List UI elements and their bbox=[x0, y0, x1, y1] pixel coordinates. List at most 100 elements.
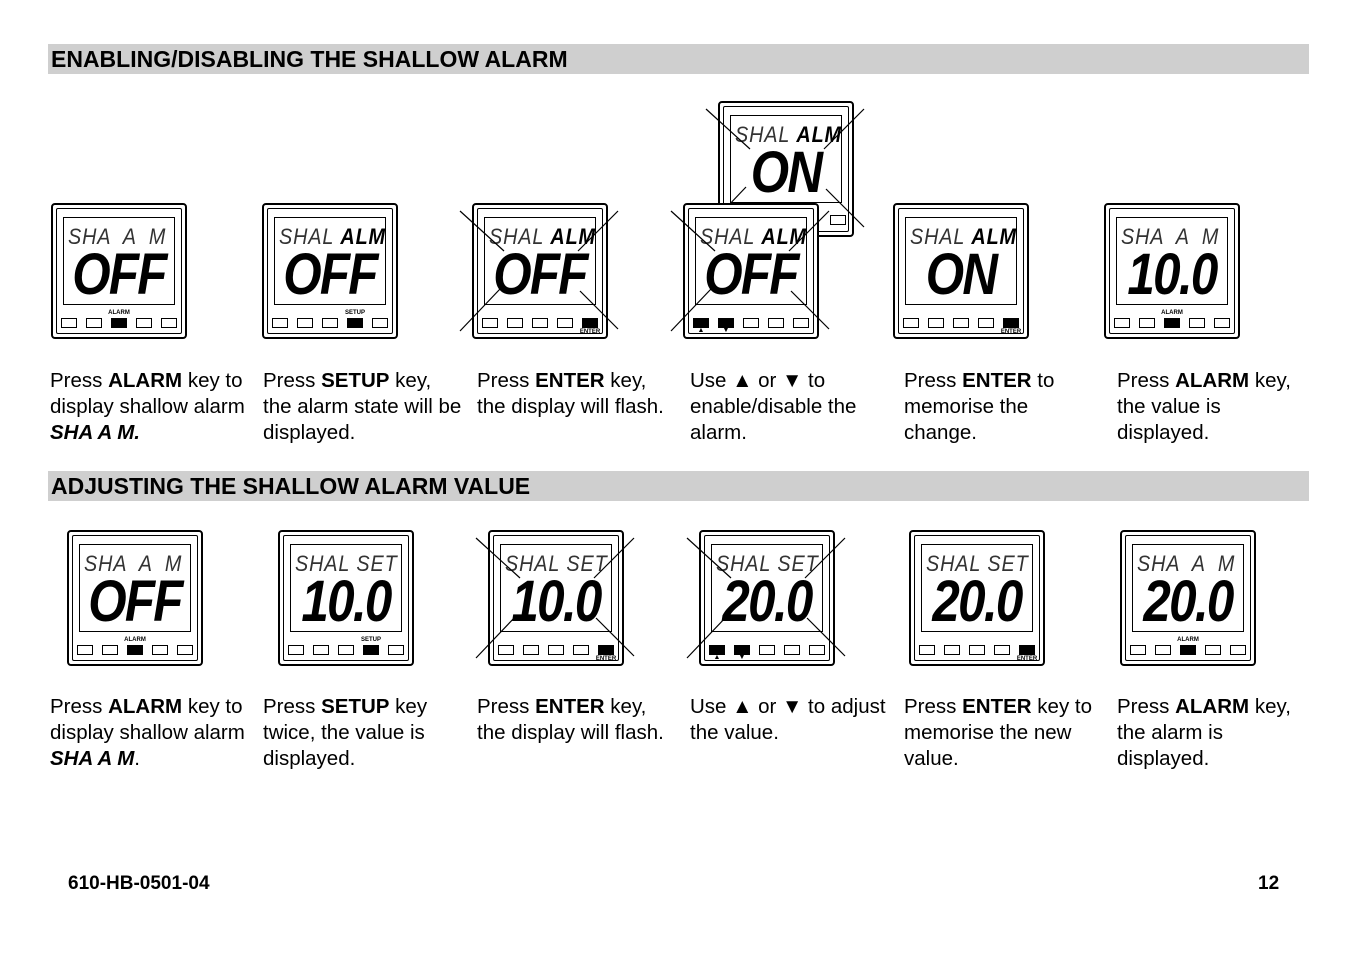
caption-emphasis: ENTER bbox=[535, 369, 605, 392]
down-arrow-icon: ▼ bbox=[722, 327, 730, 334]
key-button[interactable] bbox=[784, 645, 800, 655]
key-button[interactable] bbox=[919, 645, 935, 655]
caption-text: Press bbox=[477, 369, 536, 392]
key-button[interactable] bbox=[161, 318, 177, 328]
key-label: ALARM bbox=[1177, 637, 1199, 643]
key-button[interactable] bbox=[86, 318, 102, 328]
key-button[interactable] bbox=[928, 318, 944, 328]
caption-text: . bbox=[134, 747, 140, 770]
key-button[interactable] bbox=[372, 318, 388, 328]
key-button[interactable] bbox=[532, 318, 548, 328]
keypad: ALARM bbox=[61, 310, 177, 328]
key-button[interactable] bbox=[523, 645, 539, 655]
keypad: ENTER bbox=[919, 645, 1037, 662]
caption-emphasis: SETUP bbox=[321, 695, 390, 718]
key-button[interactable] bbox=[322, 318, 338, 328]
key-button[interactable]: ▼ bbox=[734, 645, 750, 661]
caption-text: Press bbox=[477, 695, 536, 718]
key-button[interactable] bbox=[288, 645, 304, 655]
key-button[interactable] bbox=[1114, 318, 1130, 328]
key-button[interactable]: ▲ bbox=[709, 645, 725, 661]
step-caption: Use ▲ or ▼ to adjust the value. bbox=[690, 694, 890, 746]
manual-page: ENABLING/DISABLING THE SHALLOW ALARM ADJ… bbox=[0, 0, 1351, 954]
instrument-display: SHAL ALM ON ENTER bbox=[893, 203, 1029, 339]
key-button[interactable] bbox=[548, 645, 564, 655]
step-caption: Press ENTER key to memorise the new valu… bbox=[904, 694, 1104, 772]
key-button[interactable] bbox=[978, 318, 994, 328]
key-button[interactable] bbox=[743, 318, 759, 328]
key-button[interactable] bbox=[1189, 318, 1205, 328]
lcd-screen: SHAL SET 10.0 bbox=[290, 544, 402, 632]
key-button[interactable] bbox=[903, 318, 919, 328]
display-value: 10.0 bbox=[511, 569, 602, 634]
key-button[interactable]: SETUP bbox=[361, 637, 381, 655]
key-button[interactable] bbox=[944, 645, 960, 655]
key-button[interactable] bbox=[177, 645, 193, 655]
key-button[interactable]: SETUP bbox=[345, 310, 365, 328]
caption-text: Press bbox=[904, 369, 963, 392]
caption-text: Press bbox=[263, 695, 322, 718]
key-button[interactable] bbox=[388, 645, 404, 655]
key-button[interactable]: ▲ bbox=[693, 318, 709, 334]
key-button[interactable]: ENTER bbox=[596, 645, 616, 662]
key-button[interactable] bbox=[557, 318, 573, 328]
lcd-screen: SHAL SET 20.0 bbox=[921, 544, 1033, 632]
display-value: 10.0 bbox=[301, 569, 392, 634]
key-button[interactable]: ALARM bbox=[1177, 637, 1199, 655]
caption-text: Press bbox=[50, 695, 109, 718]
key-button[interactable] bbox=[1130, 645, 1146, 655]
instrument-display: SHAL SET 20.0 ENTER bbox=[909, 530, 1045, 666]
key-button[interactable]: ENTER bbox=[1017, 645, 1037, 662]
caption-emphasis: ENTER bbox=[535, 695, 605, 718]
key-button[interactable] bbox=[969, 645, 985, 655]
key-button[interactable] bbox=[498, 645, 514, 655]
key-button[interactable] bbox=[809, 645, 825, 655]
key-button[interactable] bbox=[1214, 318, 1230, 328]
key-button[interactable] bbox=[759, 645, 775, 655]
key-button[interactable] bbox=[1155, 645, 1171, 655]
caption-emphasis: SHA A M. bbox=[50, 421, 140, 444]
key-button[interactable] bbox=[482, 318, 498, 328]
keypad: SETUP bbox=[288, 637, 404, 655]
display-value: OFF bbox=[72, 242, 167, 307]
keypad: ENTER bbox=[903, 318, 1021, 335]
key-button[interactable]: ▼ bbox=[718, 318, 734, 334]
key-button[interactable] bbox=[1230, 645, 1246, 655]
instrument-display: SHAL ALM OFF SETUP bbox=[262, 203, 398, 339]
step-caption: Press ALARM key to display shallow alarm… bbox=[50, 694, 250, 772]
key-button[interactable] bbox=[793, 318, 809, 328]
key-button[interactable] bbox=[507, 318, 523, 328]
key-button[interactable] bbox=[994, 645, 1010, 655]
key-button[interactable] bbox=[1205, 645, 1221, 655]
key-button[interactable] bbox=[297, 318, 313, 328]
keypad: ▲ ▼ bbox=[709, 645, 825, 661]
document-code: 610-HB-0501-04 bbox=[68, 873, 210, 894]
key-button[interactable] bbox=[573, 645, 589, 655]
keypad: SETUP bbox=[272, 310, 388, 328]
key-button[interactable] bbox=[77, 645, 93, 655]
key-button[interactable]: ALARM bbox=[124, 637, 146, 655]
caption-emphasis: ALARM bbox=[1175, 695, 1250, 718]
key-button[interactable] bbox=[313, 645, 329, 655]
key-button[interactable]: ALARM bbox=[108, 310, 130, 328]
keypad: ALARM bbox=[77, 637, 193, 655]
key-button[interactable] bbox=[102, 645, 118, 655]
keypad: ALARM bbox=[1114, 310, 1230, 328]
key-button[interactable] bbox=[768, 318, 784, 328]
key-button[interactable] bbox=[1139, 318, 1155, 328]
key-button[interactable] bbox=[136, 318, 152, 328]
key-button[interactable]: ENTER bbox=[1001, 318, 1021, 335]
key-button[interactable] bbox=[338, 645, 354, 655]
caption-text: Use ▲ or ▼ to adjust the value. bbox=[690, 695, 886, 744]
key-button[interactable] bbox=[272, 318, 288, 328]
step-caption: Use ▲ or ▼ to enable/disable the alarm. bbox=[690, 368, 890, 446]
lcd-screen: SHA A M OFF bbox=[79, 544, 191, 632]
key-button[interactable] bbox=[61, 318, 77, 328]
key-label: ALARM bbox=[108, 310, 130, 316]
caption-text: Press bbox=[50, 369, 109, 392]
key-button[interactable] bbox=[953, 318, 969, 328]
key-button[interactable]: ALARM bbox=[1161, 310, 1183, 328]
lcd-screen: SHA A M 10.0 bbox=[1116, 217, 1228, 305]
key-button[interactable]: ENTER bbox=[580, 318, 600, 335]
key-button[interactable] bbox=[152, 645, 168, 655]
